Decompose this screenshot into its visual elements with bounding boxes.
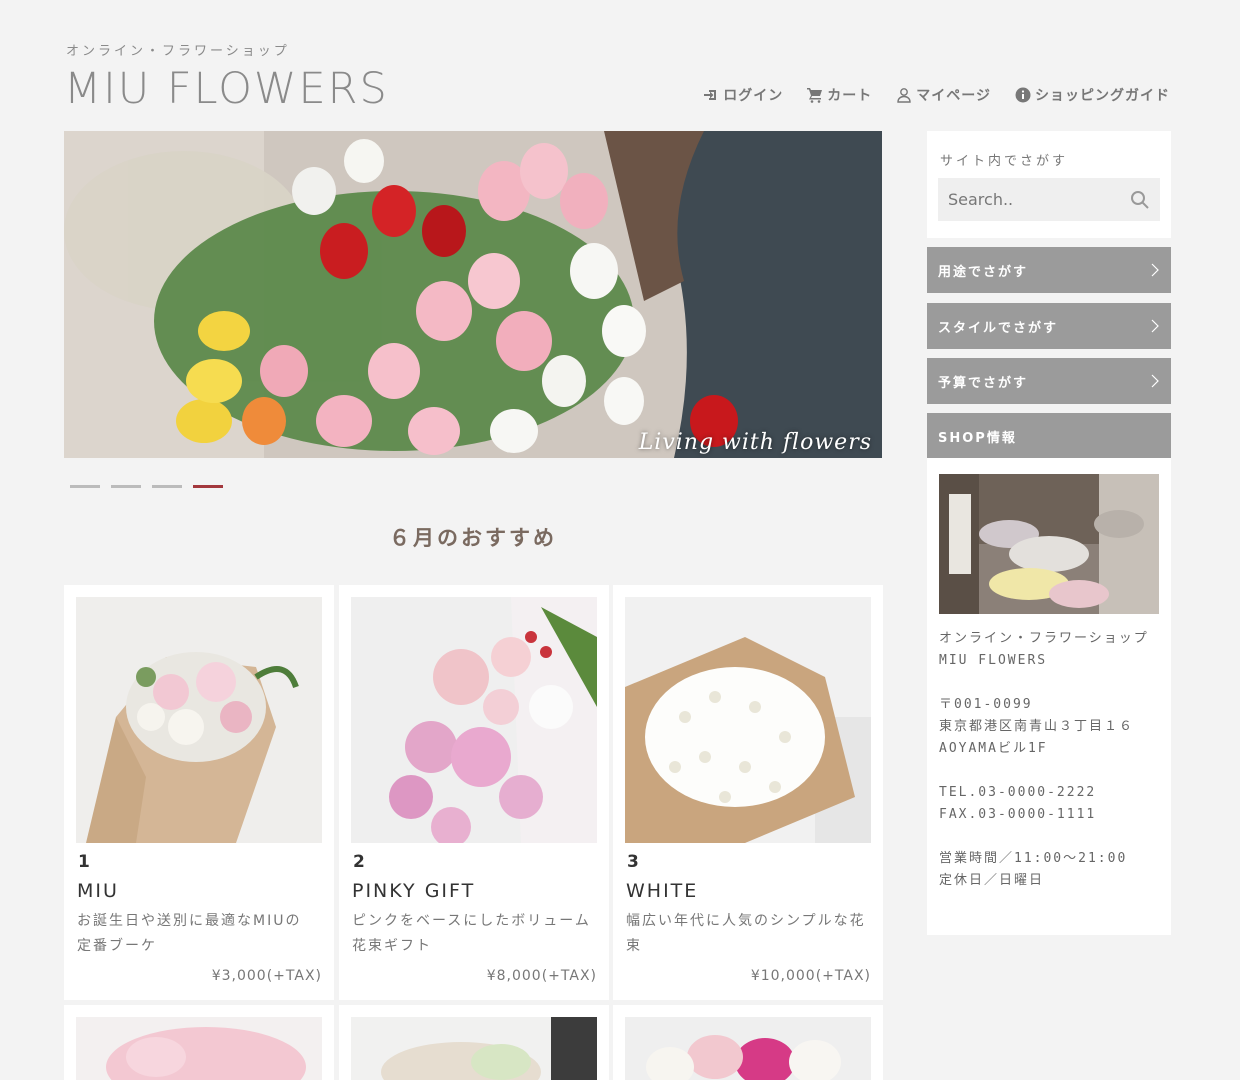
top-navigation: ログイン カート マイページ ショッピングガイド bbox=[703, 85, 1170, 105]
sidebar: サイト内でさがす 用途でさがす スタイルでさがす 予算でさがす SHOP情報 bbox=[927, 131, 1171, 935]
slider-pagination bbox=[70, 485, 223, 488]
product-image bbox=[625, 597, 871, 843]
brand-subtitle: オンライン・フラワーショップ bbox=[66, 44, 290, 59]
product-image bbox=[351, 1017, 597, 1080]
shop-details: オンライン・フラワーショップ MIU FLOWERS 〒001-0099 東京都… bbox=[939, 628, 1159, 892]
shop-address2: AOYAMAビル1F bbox=[939, 741, 1048, 756]
product-image bbox=[625, 1017, 871, 1080]
product-card[interactable] bbox=[64, 1005, 334, 1080]
chevron-right-icon bbox=[1151, 319, 1159, 333]
chevron-right-icon bbox=[1151, 263, 1159, 277]
hero-caption: Living with flowers bbox=[638, 430, 872, 455]
nav-cart[interactable]: カート bbox=[807, 85, 872, 105]
menu-by-budget[interactable]: 予算でさがす bbox=[927, 358, 1171, 404]
product-image bbox=[76, 1017, 322, 1080]
shop-tel: TEL.03-0000-2222 bbox=[939, 785, 1097, 800]
product-number: 3 bbox=[627, 852, 639, 872]
shop-fax: FAX.03-0000-1111 bbox=[939, 807, 1097, 822]
product-image bbox=[76, 597, 322, 843]
menu-label: スタイルでさがす bbox=[938, 320, 1059, 336]
cart-icon bbox=[807, 88, 823, 103]
nav-guide[interactable]: ショッピングガイド bbox=[1015, 85, 1170, 105]
shop-closed: 定休日／日曜日 bbox=[939, 873, 1045, 888]
shop-line2: MIU FLOWERS bbox=[939, 653, 1048, 668]
shop-hours: 営業時間／11:00〜21:00 bbox=[939, 851, 1128, 866]
nav-login[interactable]: ログイン bbox=[703, 85, 783, 105]
product-name: PINKY GIFT bbox=[352, 880, 476, 902]
product-price: ¥3,000(+TAX) bbox=[211, 968, 322, 984]
product-number: 1 bbox=[78, 852, 90, 872]
search-label: サイト内でさがす bbox=[940, 154, 1069, 169]
product-price: ¥8,000(+TAX) bbox=[486, 968, 597, 984]
nav-cart-label: カート bbox=[827, 88, 873, 104]
hero-slider[interactable]: Living with flowers bbox=[64, 131, 882, 458]
nav-login-label: ログイン bbox=[723, 88, 784, 104]
nav-guide-label: ショッピングガイド bbox=[1035, 88, 1170, 104]
search-field[interactable] bbox=[938, 178, 1160, 221]
product-name: MIU bbox=[77, 880, 119, 902]
hero-image bbox=[64, 131, 882, 458]
shop-address1: 東京都港区南青山３丁目１６ bbox=[939, 719, 1135, 734]
product-card[interactable]: 1 MIU お誕生日や送別に最適なMIUの定番ブーケ ¥3,000(+TAX) bbox=[64, 585, 334, 1000]
nav-mypage[interactable]: マイページ bbox=[896, 85, 991, 105]
nav-mypage-label: マイページ bbox=[916, 88, 991, 104]
slider-dot-1[interactable] bbox=[70, 485, 100, 488]
sign-in-icon bbox=[704, 90, 717, 100]
site-search: サイト内でさがす bbox=[927, 131, 1171, 238]
site-logo[interactable]: MIU FLOWERS bbox=[64, 64, 389, 114]
product-image bbox=[351, 597, 597, 843]
info-icon bbox=[1015, 87, 1031, 103]
product-number: 2 bbox=[353, 852, 365, 872]
shop-info-heading: SHOP情報 bbox=[927, 413, 1171, 459]
user-icon bbox=[897, 88, 911, 103]
product-card[interactable]: 2 PINKY GIFT ピンクをベースにしたボリューム花束ギフト ¥8,000… bbox=[339, 585, 609, 1000]
product-card[interactable]: 3 WHITE 幅広い年代に人気のシンプルな花束 ¥10,000(+TAX) bbox=[613, 585, 883, 1000]
menu-by-style[interactable]: スタイルでさがす bbox=[927, 303, 1171, 349]
chevron-right-icon bbox=[1151, 374, 1159, 388]
shop-info: オンライン・フラワーショップ MIU FLOWERS 〒001-0099 東京都… bbox=[927, 458, 1171, 935]
search-input[interactable] bbox=[948, 190, 1118, 209]
product-description: ピンクをベースにしたボリューム花束ギフト bbox=[352, 913, 591, 954]
section-title: ６月のおすすめ bbox=[389, 526, 557, 550]
shop-photo bbox=[939, 474, 1159, 614]
search-icon[interactable] bbox=[1130, 190, 1150, 210]
shop-line1: オンライン・フラワーショップ bbox=[939, 631, 1149, 646]
menu-by-purpose[interactable]: 用途でさがす bbox=[927, 247, 1171, 293]
shop-info-heading-label: SHOP情報 bbox=[938, 430, 1017, 446]
product-card[interactable] bbox=[613, 1005, 883, 1080]
menu-label: 予算でさがす bbox=[938, 375, 1029, 391]
product-description: お誕生日や送別に最適なMIUの定番ブーケ bbox=[77, 913, 302, 954]
slider-dot-3[interactable] bbox=[152, 485, 182, 488]
slider-dot-2[interactable] bbox=[111, 485, 141, 488]
shop-postal: 〒001-0099 bbox=[939, 697, 1033, 712]
product-name: WHITE bbox=[626, 880, 699, 902]
product-price: ¥10,000(+TAX) bbox=[750, 968, 871, 984]
product-description: 幅広い年代に人気のシンプルな花束 bbox=[626, 913, 866, 954]
slider-dot-4[interactable] bbox=[193, 485, 223, 488]
menu-label: 用途でさがす bbox=[938, 264, 1029, 280]
product-card[interactable] bbox=[339, 1005, 609, 1080]
